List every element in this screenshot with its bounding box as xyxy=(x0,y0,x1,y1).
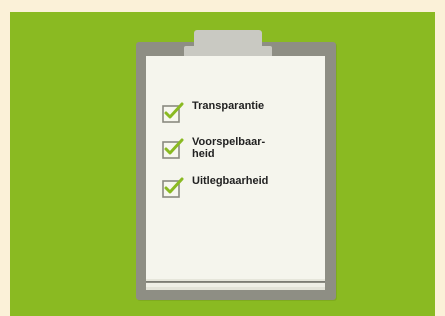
checkbox-check-icon xyxy=(162,138,184,159)
checkbox-check-icon xyxy=(162,177,184,198)
checklist-item-predictability: Voorspelbaar- heid xyxy=(162,136,322,161)
checklist-items: Transparantie Voorspelbaar- heid Uitlegb… xyxy=(162,100,322,211)
illustration-frame: Transparantie Voorspelbaar- heid Uitlegb… xyxy=(0,0,445,316)
checklist-label: Transparantie xyxy=(192,100,265,112)
checklist-item-transparency: Transparantie xyxy=(162,100,322,123)
checklist-item-explainability: Uitlegbaarheid xyxy=(162,174,322,198)
checkbox-check-icon xyxy=(162,102,184,123)
checklist-paper: Transparantie Voorspelbaar- heid Uitlegb… xyxy=(146,56,325,287)
checklist-label: Uitlegbaarheid xyxy=(192,174,269,187)
clipboard: Transparantie Voorspelbaar- heid Uitlegb… xyxy=(136,30,336,300)
green-panel: Transparantie Voorspelbaar- heid Uitlegb… xyxy=(10,12,435,316)
checklist-label: Voorspelbaar- heid xyxy=(192,136,266,160)
